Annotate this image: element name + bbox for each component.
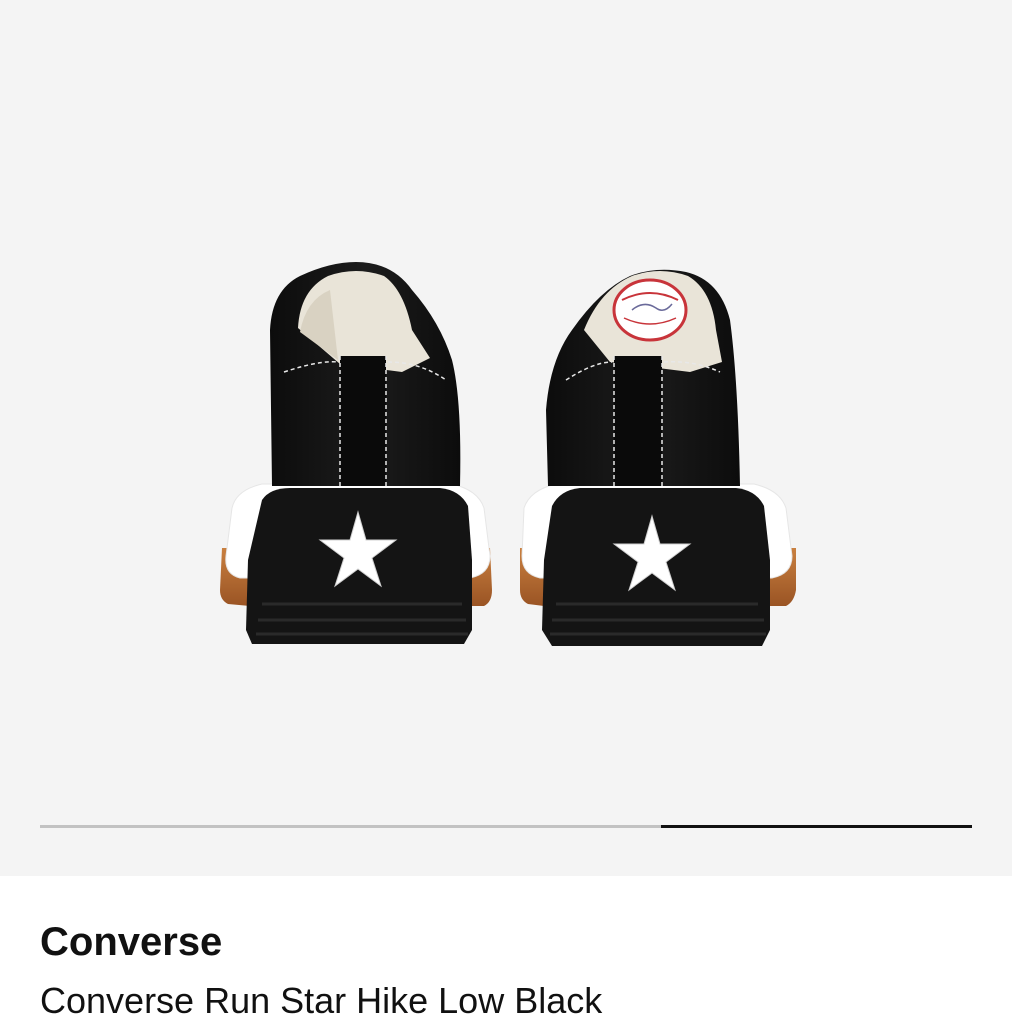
product-image-gallery[interactable] <box>0 0 1012 876</box>
product-title: Converse Run Star Hike Low Black <box>40 980 603 1021</box>
left-shoe <box>220 262 492 644</box>
brand-name[interactable]: Converse <box>40 920 222 965</box>
product-image <box>220 262 796 646</box>
product-info: Converse Converse Run Star Hike Low Blac… <box>0 876 1012 1021</box>
gallery-progress-indicator[interactable] <box>661 825 972 828</box>
right-shoe <box>520 269 796 646</box>
